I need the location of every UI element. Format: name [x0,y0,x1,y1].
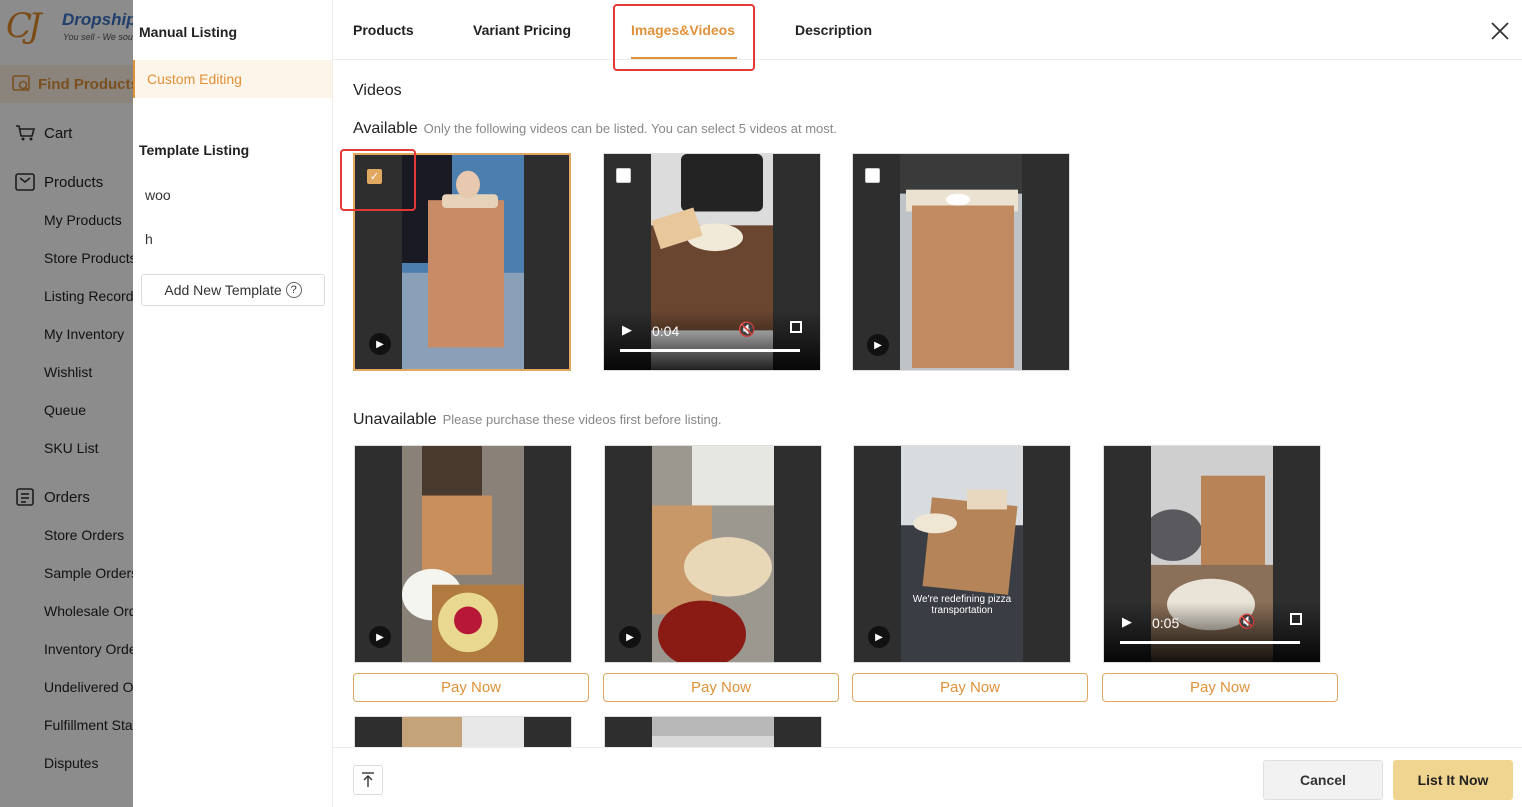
modal-backdrop[interactable] [0,0,133,807]
unavailable-heading: Unavailable Please purchase these videos … [353,411,722,429]
manual-listing-heading: Manual Listing [139,24,237,40]
pay-now-button[interactable]: Pay Now [353,673,589,702]
available-video-3[interactable]: ▶ [852,153,1070,371]
mute-icon[interactable]: 🔇 [1238,613,1255,630]
progress-bar[interactable] [620,349,800,352]
mute-icon[interactable]: 🔇 [738,321,755,338]
video-controls: ▶ 0:04 🔇 [604,310,820,370]
unavailable-video-4[interactable]: ▶ 0:05 🔇 [1103,445,1321,663]
play-icon[interactable]: ▶ [867,334,889,356]
listing-modal: Manual Listing Custom Editing Template L… [133,0,1522,807]
list-it-now-button[interactable]: List It Now [1393,760,1513,800]
tab-description[interactable]: Description [795,22,872,38]
template-listing-heading: Template Listing [139,142,250,158]
tab-highlight-annotation [613,4,755,71]
help-icon[interactable]: ? [285,282,302,298]
custom-editing-item[interactable]: Custom Editing [133,60,332,98]
template-item-h[interactable]: h [133,231,332,247]
arrow-up-icon [362,772,374,787]
video-caption: We're redefining pizza transportation [912,594,1012,616]
unavailable-label: Unavailable [353,411,437,428]
tab-variant-pricing[interactable]: Variant Pricing [473,22,571,38]
video-checkbox[interactable] [616,168,631,183]
unavailable-video-2[interactable]: ▶ [604,445,822,663]
fullscreen-icon[interactable] [1290,613,1302,625]
unavailable-video-3[interactable]: We're redefining pizza transportation ▶ [853,445,1071,663]
app-sidebar: CJ Dropship You sell - We sourc Find Pro… [0,0,133,807]
unavailable-video-1[interactable]: ▶ [354,445,572,663]
video-time: 0:05 [1152,615,1180,631]
editor-tabs: Products Variant Pricing Images&Videos D… [333,0,1522,71]
video-controls: ▶ 0:05 🔇 [1104,602,1320,662]
videos-title: Videos [353,82,402,99]
play-icon[interactable]: ▶ [622,322,632,338]
video-time: 0:04 [652,323,680,339]
add-new-template-label: Add New Template [164,282,282,298]
play-icon[interactable]: ▶ [369,626,391,648]
progress-bar[interactable] [1120,641,1300,644]
video-thumbnail [900,154,1022,370]
pay-now-button[interactable]: Pay Now [1102,673,1338,702]
listing-method-panel: Manual Listing Custom Editing Template L… [133,0,333,807]
close-icon[interactable] [1489,20,1511,42]
video-thumbnail [402,155,524,369]
video-thumbnail [402,446,524,662]
available-heading: Available Only the following videos can b… [353,120,837,138]
unavailable-hint: Please purchase these videos first befor… [442,412,722,427]
fullscreen-icon[interactable] [790,321,802,333]
pay-now-button[interactable]: Pay Now [603,673,839,702]
pay-now-button[interactable]: Pay Now [852,673,1088,702]
template-item-woo[interactable]: woo [133,187,332,203]
available-label: Available [353,120,418,137]
available-hint: Only the following videos can be listed.… [423,121,837,136]
tab-products[interactable]: Products [353,22,414,38]
video-thumbnail [901,446,1023,662]
modal-footer: Cancel List It Now [333,747,1522,807]
play-icon[interactable]: ▶ [868,626,890,648]
play-icon[interactable]: ▶ [369,333,391,355]
cancel-button[interactable]: Cancel [1263,760,1383,800]
add-new-template-button[interactable]: Add New Template ? [141,274,325,306]
play-icon[interactable]: ▶ [1122,614,1132,630]
app-root: CJ Dropship You sell - We sourc Find Pro… [0,0,1522,807]
checkbox-highlight-annotation [340,149,416,211]
video-checkbox[interactable] [865,168,880,183]
video-thumbnail [652,446,774,662]
back-to-top-button[interactable] [353,765,383,795]
play-icon[interactable]: ▶ [619,626,641,648]
available-video-2[interactable]: ▶ 0:04 🔇 [603,153,821,371]
listing-editor: Products Variant Pricing Images&Videos D… [333,0,1522,807]
